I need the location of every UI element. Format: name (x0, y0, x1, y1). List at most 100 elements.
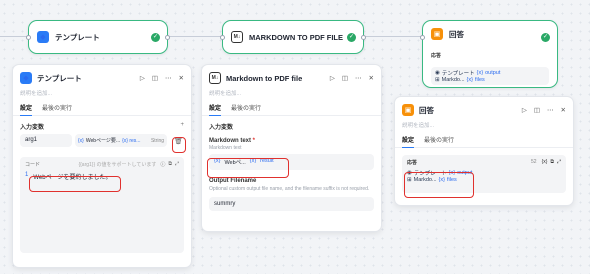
answer-icon: ▣ (402, 104, 414, 116)
panel-title: テンプレート (37, 73, 82, 83)
code-hint: {{arg1}} の値をサポートしています (78, 162, 157, 168)
panel-title: 回答 (419, 105, 434, 115)
line-number: 1 (25, 172, 29, 178)
var-name: arg1 (25, 137, 38, 143)
var-type: String (150, 137, 164, 144)
template-icon: ◆ (20, 72, 32, 84)
tab-last-run[interactable]: 最後の実行 (424, 135, 454, 147)
tab-last-run[interactable]: 最後の実行 (42, 103, 72, 115)
description-input[interactable]: 説明を追加... (13, 87, 191, 103)
md-icon: M↓ (231, 31, 243, 43)
edge-left (0, 36, 28, 37)
char-count: 52 (531, 159, 537, 165)
node-title: MARKDOWN TO PDF FILE (249, 32, 344, 42)
md-text-sub: Markdown text (209, 145, 242, 151)
check-icon: ✓ (541, 33, 550, 42)
var-source: {x} res... (122, 137, 141, 144)
panel-tools: ▷ ◫ ⋯ ✕ (330, 74, 374, 82)
check-icon: ✓ (347, 32, 356, 42)
more-icon[interactable]: ⋯ (165, 74, 172, 82)
code-label: コード (25, 162, 41, 168)
run-icon[interactable]: ▷ (522, 106, 527, 114)
port-out[interactable] (165, 34, 170, 40)
more-icon[interactable]: ⋯ (355, 74, 362, 82)
close-icon[interactable]: ✕ (179, 74, 184, 82)
panel-title: Markdown to PDF file (226, 73, 303, 83)
ref-chip: ⊞ Markdo... {x} files (435, 77, 485, 83)
tab-settings[interactable]: 設定 (20, 103, 33, 116)
code-header: コード {{arg1}} の値をサポートしています ⓘ ⧉ ⤢ (25, 161, 179, 168)
layout-icon[interactable]: ◫ (342, 74, 348, 82)
code-editor[interactable]: コード {{arg1}} の値をサポートしています ⓘ ⧉ ⤢ 1 Webページを要約しま… (20, 157, 184, 253)
close-icon[interactable]: ✕ (369, 74, 374, 82)
md-text-label-row: Markdown text * (209, 138, 256, 144)
tab-settings[interactable]: 設定 (402, 135, 415, 148)
description-input[interactable]: 説明を追加... (395, 119, 573, 135)
node-answer[interactable]: ▣ 回答 ✓ 応答 ◉ テンプレート {x} output ⊞ Markdo... {x}… (420, 20, 558, 88)
node-title: テンプレート (55, 32, 100, 42)
template-icon: ◉ (435, 70, 440, 76)
copy-icon[interactable]: ⧉ (550, 159, 554, 166)
node-markdown-to-pdf[interactable]: M↓ MARKDOWN TO PDF FILE ✓ (220, 20, 366, 54)
ref-node: Markdo... (441, 77, 465, 83)
var-icon[interactable]: {x} (542, 159, 548, 166)
panel-tabs: 設定 最後の実行 (395, 135, 573, 148)
md-icon: M↓ (209, 72, 221, 84)
variable-row: arg1 {x} Webページ要... {x} res... String 🗑 (13, 134, 191, 147)
answer-content: ◉ テンプレート {x} output ⊞ Markdo... {x} files (431, 67, 549, 85)
output-filename-value: summry (214, 200, 236, 207)
node-title: 回答 (449, 29, 464, 39)
info-icon[interactable]: ⓘ (160, 161, 165, 168)
highlight-box (404, 172, 474, 198)
node-template[interactable]: ◆ テンプレート ✓ (26, 20, 170, 54)
md-text-label: Markdown text (209, 138, 252, 144)
ref-var: files (474, 77, 485, 83)
edge-template-markdown (168, 36, 222, 37)
ref-var: output (485, 70, 501, 76)
highlight-box (172, 137, 186, 153)
run-icon[interactable]: ▷ (330, 74, 335, 82)
template-icon: ◆ (37, 31, 49, 43)
description-input[interactable]: 説明を追加... (202, 87, 381, 103)
var-value: Webページ要... (85, 138, 121, 144)
var-name-input[interactable]: arg1 (20, 134, 72, 147)
panel-header: M↓ Markdown to PDF file ▷ ◫ ⋯ ✕ (202, 69, 381, 87)
port-in[interactable] (220, 34, 225, 40)
expand-icon[interactable]: ⤢ (557, 159, 561, 166)
expand-icon[interactable]: ⤢ (175, 161, 179, 168)
output-filename-input[interactable]: summry (209, 196, 374, 211)
highlight-box (207, 158, 289, 178)
highlight-box (29, 176, 121, 192)
edge-markdown-answer (364, 36, 422, 37)
more-icon[interactable]: ⋯ (547, 106, 554, 114)
port-out[interactable] (361, 34, 366, 40)
var-icon: {x} (466, 77, 473, 83)
layout-icon[interactable]: ◫ (534, 106, 540, 114)
input-vars-label: 入力変数 (20, 125, 45, 131)
panel-tabs: 設定 最後の実行 (13, 103, 191, 116)
output-filename-desc: Optional custom output file name, and th… (209, 186, 370, 192)
var-icon: {x} (78, 137, 84, 144)
template-panel: ◆ テンプレート ▷ ◫ ⋯ ✕ 説明を追加... 設定 最後の実行 入力変数 + arg… (12, 64, 192, 268)
ref-chip: ◉ テンプレート {x} output (435, 69, 500, 77)
var-icon: {x} (476, 70, 484, 76)
panel-tools: ▷ ◫ ⋯ ✕ (140, 74, 184, 82)
close-icon[interactable]: ✕ (561, 106, 566, 114)
panel-tools: ▷ ◫ ⋯ ✕ (522, 106, 566, 114)
layout-icon[interactable]: ◫ (152, 74, 158, 82)
response-header: 応答 52 {x} ⧉ ⤢ (407, 159, 561, 166)
panel-header: ▣ 回答 ▷ ◫ ⋯ ✕ (395, 101, 573, 119)
var-value-select[interactable]: {x} Webページ要... {x} res... String (75, 134, 167, 147)
run-icon[interactable]: ▷ (140, 74, 145, 82)
input-vars-row: 入力変数 + (13, 116, 191, 134)
response-label: 応答 (407, 160, 418, 166)
port-in[interactable] (420, 34, 425, 40)
answer-icon: ▣ (431, 28, 443, 40)
check-icon: ✓ (151, 32, 160, 42)
port-in[interactable] (26, 34, 31, 40)
copy-icon[interactable]: ⧉ (168, 161, 172, 168)
panel-header: ◆ テンプレート ▷ ◫ ⋯ ✕ (13, 69, 191, 87)
add-icon[interactable]: + (180, 122, 184, 131)
tab-last-run[interactable]: 最後の実行 (231, 103, 261, 115)
tab-settings[interactable]: 設定 (209, 103, 222, 116)
